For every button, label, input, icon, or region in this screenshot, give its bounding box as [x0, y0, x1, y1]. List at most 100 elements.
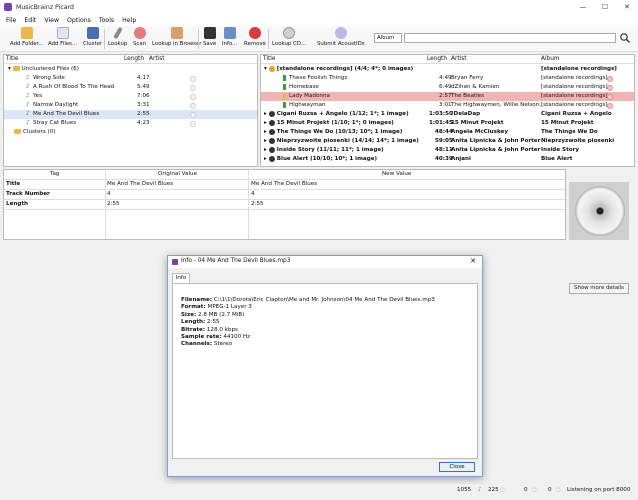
new-value[interactable]: Me And The Devil Blues	[251, 180, 317, 189]
album-row[interactable]: ▸ Blue Alert (10/10; 10*; 1 image) 40:39 A…	[261, 155, 634, 164]
divider	[4, 189, 565, 190]
tag-name: Title	[6, 181, 21, 187]
list-item[interactable]: ♪ Yes 7:06	[4, 92, 257, 101]
toolbar-separator	[104, 29, 105, 49]
remove-button[interactable]: Remove	[244, 27, 266, 47]
folder-icon	[12, 66, 20, 71]
info-button[interactable]: Info...	[222, 27, 237, 47]
info-line: Length: 2:55	[181, 319, 220, 326]
col-tag[interactable]: Tag	[50, 170, 59, 179]
original-value[interactable]: 4	[107, 190, 111, 199]
menu-tools[interactable]: Tools	[99, 17, 114, 24]
col-album[interactable]: Album	[541, 55, 560, 64]
list-item[interactable]: ♪ Stray Cat Blues 4:23	[4, 119, 257, 128]
request-count: 0	[548, 487, 552, 493]
album-row[interactable]: ▸ Cigani Ruzsa + Angelo (1/12; 1*; 1 ima…	[261, 110, 634, 119]
info-line: Channels: Stereo	[181, 341, 233, 348]
add-folder-button[interactable]: Add Folder...	[10, 27, 43, 47]
menu-edit[interactable]: Edit	[24, 17, 36, 24]
left-pane-header: Title Length Artist	[4, 55, 257, 64]
col-original-value[interactable]: Original Value	[158, 170, 197, 179]
request-icon: ◌	[556, 487, 561, 493]
standalone-recordings-item[interactable]: ▾ [standalone recordings] (4/4; 4*; 0 im…	[261, 65, 634, 74]
add-files-button[interactable]: Add Files...	[48, 27, 77, 47]
menu-file[interactable]: File	[6, 17, 16, 24]
menu-options[interactable]: Options	[67, 17, 91, 24]
clusters-item[interactable]: Clusters (0)	[14, 128, 257, 137]
tab-info[interactable]: Info	[172, 273, 190, 283]
col-title[interactable]: Title	[6, 55, 18, 64]
new-value[interactable]: 4	[251, 190, 255, 199]
cluster-button[interactable]: Cluster	[83, 27, 102, 47]
audio-file-icon: ♪	[26, 92, 30, 99]
list-item[interactable]: ♪ A Rush Of Blood To The Head 5:49	[4, 83, 257, 92]
cover-art[interactable]	[569, 182, 629, 240]
maximize-icon[interactable]: ☐	[594, 3, 616, 11]
search-icon[interactable]	[619, 32, 631, 44]
col-artist[interactable]: Artist	[451, 55, 467, 64]
file-count: 1055	[457, 487, 472, 493]
col-new-value[interactable]: New Value	[382, 170, 411, 179]
divider	[4, 199, 565, 200]
submit-acoustids-button[interactable]: Submit AcoustIDs	[317, 27, 365, 47]
status-dot	[190, 120, 196, 127]
save-button[interactable]: Save	[203, 27, 216, 47]
search-type-select[interactable]: Album	[374, 33, 402, 43]
match-bar-icon	[283, 92, 286, 99]
menu-view[interactable]: View	[44, 17, 59, 24]
dialog-title-bar: Info - 04 Me And The Devil Blues.mp3 ✕	[168, 256, 482, 268]
new-value[interactable]: 2:55	[251, 200, 264, 209]
col-length[interactable]: Length	[124, 55, 144, 64]
status-dot	[190, 84, 196, 91]
col-length[interactable]: Length	[427, 55, 447, 64]
port-status: Listening on port 8000	[567, 487, 631, 493]
scan-icon	[133, 27, 146, 39]
list-item[interactable]: ♪ Wrong Side 4:17	[4, 74, 257, 83]
minimize-icon[interactable]: —	[572, 3, 594, 11]
original-value[interactable]: Me And The Devil Blues	[107, 180, 173, 189]
metadata-table: Tag Original Value New Value Title Me An…	[3, 169, 566, 240]
dialog-title: Info - 04 Me And The Devil Blues.mp3	[181, 258, 291, 264]
file-count-icon: ♪	[478, 487, 482, 493]
unmatched-files-pane: Title Length Artist ▾ Unclustered Files …	[3, 54, 258, 167]
cd-icon	[283, 27, 296, 39]
lookup-cd-button[interactable]: Lookup CD...	[272, 27, 306, 47]
status-bar: 1055 ♪ 225 ◌ 0 ◌ 0 ◌ Listening on port 8…	[0, 484, 638, 500]
scan-button[interactable]: Scan	[133, 27, 146, 47]
divider	[4, 209, 565, 210]
show-more-details-button[interactable]: Show more details	[569, 283, 629, 294]
album-row[interactable]: ▸ The Things We Do (10/13; 10*; 1 image)…	[261, 128, 634, 137]
track-row-highlighted[interactable]: Lady Madonna 2:57 The Beatles [standalone r…	[261, 92, 634, 101]
pane-divider	[260, 164, 635, 165]
track-row[interactable]: Highwayman 3:01 The Highwaymen, Willie Nel…	[261, 101, 634, 110]
col-artist[interactable]: Artist	[149, 55, 165, 64]
album-row[interactable]: ▸ Nieprzyzwoite piosenki (14/14; 14*; 1 …	[261, 137, 634, 146]
close-icon[interactable]: ✕	[616, 3, 638, 11]
list-item-selected[interactable]: ♪ Me And The Devil Blues 2:55	[4, 110, 257, 119]
standalone-icon	[268, 65, 275, 72]
window-controls: — ☐ ✕	[572, 3, 638, 11]
close-icon[interactable]: ✕	[470, 257, 476, 265]
close-button[interactable]: Close	[439, 462, 475, 472]
menu-help[interactable]: Help	[122, 17, 136, 24]
album-row[interactable]: ▸ 15 Minut Projekt (1/10; 1*; 0 images) 1…	[261, 119, 634, 128]
status-dot	[190, 93, 196, 100]
info-icon	[223, 27, 236, 39]
audio-file-icon: ♪	[26, 83, 30, 90]
col-title[interactable]: Title	[263, 55, 275, 64]
cd-icon	[268, 155, 275, 162]
info-line: Sample rate: 44100 Hz	[181, 334, 251, 341]
cd-icon	[268, 110, 275, 117]
wand-icon	[112, 26, 123, 40]
album-row[interactable]: ▸ Inside Story (11/11; 11*; 1 image) 48:1…	[261, 146, 634, 155]
info-line: Format: MPEG-1 Layer 3	[181, 304, 252, 311]
original-value[interactable]: 2:55	[107, 200, 120, 209]
search-input[interactable]	[404, 33, 616, 43]
track-row[interactable]: Homebase 6:49 dZihan & Kamien [standalone r…	[261, 83, 634, 92]
lookup-in-browser-button[interactable]: Lookup in Browser	[152, 27, 201, 47]
error-count: 0	[524, 487, 528, 493]
track-row[interactable]: These Foolish Things 4:49 Bryan Ferry [stan…	[261, 74, 634, 83]
list-item[interactable]: ♪ Narrow Daylight 3:31	[4, 101, 257, 110]
unclustered-files-item[interactable]: ▾ Unclustered Files (6)	[8, 65, 257, 74]
lookup-button[interactable]: Lookup	[108, 26, 127, 47]
